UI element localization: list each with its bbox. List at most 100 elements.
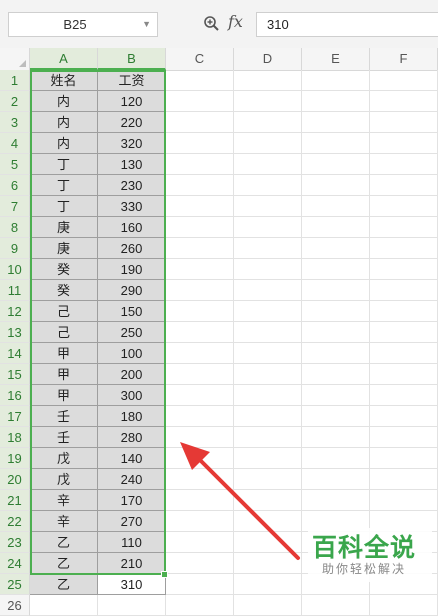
cell-c2[interactable] — [166, 91, 234, 112]
column-header-b[interactable]: B — [98, 48, 166, 70]
cell-b3[interactable]: 220 — [98, 112, 166, 133]
cell-a17[interactable]: 壬 — [30, 406, 98, 427]
cell-e1[interactable] — [302, 70, 370, 91]
cell-f11[interactable] — [370, 280, 438, 301]
cell-c17[interactable] — [166, 406, 234, 427]
cell-d6[interactable] — [234, 175, 302, 196]
cell-f19[interactable] — [370, 448, 438, 469]
cell-c4[interactable] — [166, 133, 234, 154]
cell-b8[interactable]: 160 — [98, 217, 166, 238]
cell-c26[interactable] — [166, 595, 234, 616]
row-header[interactable]: 7 — [0, 196, 30, 217]
row-header[interactable]: 11 — [0, 280, 30, 301]
cell-c13[interactable] — [166, 322, 234, 343]
cell-a26[interactable] — [30, 595, 98, 616]
cell-f3[interactable] — [370, 112, 438, 133]
cell-e9[interactable] — [302, 238, 370, 259]
cell-f14[interactable] — [370, 343, 438, 364]
row-header[interactable]: 6 — [0, 175, 30, 196]
column-header-e[interactable]: E — [302, 48, 370, 70]
cell-f4[interactable] — [370, 133, 438, 154]
cell-e21[interactable] — [302, 490, 370, 511]
row-header[interactable]: 14 — [0, 343, 30, 364]
cell-e20[interactable] — [302, 469, 370, 490]
cell-c7[interactable] — [166, 196, 234, 217]
cell-d12[interactable] — [234, 301, 302, 322]
row-header[interactable]: 13 — [0, 322, 30, 343]
row-header[interactable]: 1 — [0, 70, 30, 91]
cell-a14[interactable]: 甲 — [30, 343, 98, 364]
cell-d16[interactable] — [234, 385, 302, 406]
cell-e15[interactable] — [302, 364, 370, 385]
cell-a18[interactable]: 壬 — [30, 427, 98, 448]
cell-b20[interactable]: 240 — [98, 469, 166, 490]
cell-a19[interactable]: 戊 — [30, 448, 98, 469]
cell-b7[interactable]: 330 — [98, 196, 166, 217]
cell-d15[interactable] — [234, 364, 302, 385]
cell-c1[interactable] — [166, 70, 234, 91]
cell-b4[interactable]: 320 — [98, 133, 166, 154]
cell-e7[interactable] — [302, 196, 370, 217]
cell-a1[interactable]: 姓名 — [30, 70, 98, 91]
chevron-down-icon[interactable]: ▼ — [142, 13, 151, 36]
cell-a4[interactable]: 内 — [30, 133, 98, 154]
cell-c21[interactable] — [166, 490, 234, 511]
cell-b16[interactable]: 300 — [98, 385, 166, 406]
cell-e3[interactable] — [302, 112, 370, 133]
cell-a16[interactable]: 甲 — [30, 385, 98, 406]
cell-f20[interactable] — [370, 469, 438, 490]
cell-d7[interactable] — [234, 196, 302, 217]
cell-b23[interactable]: 110 — [98, 532, 166, 553]
cell-f8[interactable] — [370, 217, 438, 238]
column-header-a[interactable]: A — [30, 48, 98, 70]
cell-d19[interactable] — [234, 448, 302, 469]
cell-f26[interactable] — [370, 595, 438, 616]
cell-e16[interactable] — [302, 385, 370, 406]
cell-d1[interactable] — [234, 70, 302, 91]
cell-f15[interactable] — [370, 364, 438, 385]
cell-b22[interactable]: 270 — [98, 511, 166, 532]
cell-d2[interactable] — [234, 91, 302, 112]
cell-b6[interactable]: 230 — [98, 175, 166, 196]
cell-f7[interactable] — [370, 196, 438, 217]
cell-d10[interactable] — [234, 259, 302, 280]
cell-b25[interactable]: 310 — [98, 574, 166, 595]
cell-b15[interactable]: 200 — [98, 364, 166, 385]
cell-c19[interactable] — [166, 448, 234, 469]
cell-c16[interactable] — [166, 385, 234, 406]
cell-d5[interactable] — [234, 154, 302, 175]
zoom-icon[interactable] — [203, 15, 221, 38]
formula-input[interactable]: 310 — [256, 12, 438, 37]
cell-a25[interactable]: 乙 — [30, 574, 98, 595]
cell-a15[interactable]: 甲 — [30, 364, 98, 385]
cell-a13[interactable]: 己 — [30, 322, 98, 343]
cell-d18[interactable] — [234, 427, 302, 448]
cell-d23[interactable] — [234, 532, 302, 553]
cell-e8[interactable] — [302, 217, 370, 238]
cell-e6[interactable] — [302, 175, 370, 196]
row-header[interactable]: 4 — [0, 133, 30, 154]
cell-c5[interactable] — [166, 154, 234, 175]
cell-d24[interactable] — [234, 553, 302, 574]
row-header[interactable]: 10 — [0, 259, 30, 280]
cell-a3[interactable]: 内 — [30, 112, 98, 133]
cell-d17[interactable] — [234, 406, 302, 427]
cell-e12[interactable] — [302, 301, 370, 322]
select-all-corner[interactable] — [0, 48, 30, 70]
cell-c25[interactable] — [166, 574, 234, 595]
row-header[interactable]: 24 — [0, 553, 30, 574]
cell-c11[interactable] — [166, 280, 234, 301]
cell-e10[interactable] — [302, 259, 370, 280]
cell-a22[interactable]: 辛 — [30, 511, 98, 532]
cell-f5[interactable] — [370, 154, 438, 175]
cell-b9[interactable]: 260 — [98, 238, 166, 259]
cell-c10[interactable] — [166, 259, 234, 280]
cell-f1[interactable] — [370, 70, 438, 91]
cell-f18[interactable] — [370, 427, 438, 448]
cell-a8[interactable]: 庚 — [30, 217, 98, 238]
cell-a9[interactable]: 庚 — [30, 238, 98, 259]
cell-e18[interactable] — [302, 427, 370, 448]
cell-a2[interactable]: 内 — [30, 91, 98, 112]
cell-d13[interactable] — [234, 322, 302, 343]
cell-f6[interactable] — [370, 175, 438, 196]
